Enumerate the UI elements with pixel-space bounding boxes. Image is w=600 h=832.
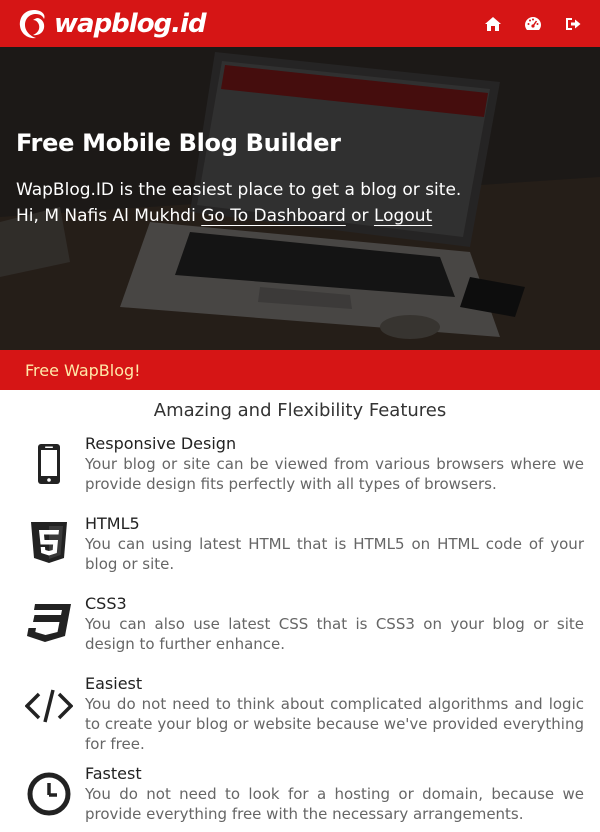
html5-icon: [31, 522, 67, 563]
feature-name: Responsive Design: [85, 434, 237, 453]
brand-logo[interactable]: wapblog.id: [16, 6, 207, 42]
dashboard-icon[interactable]: [524, 15, 542, 33]
feature-description: You can using latest HTML that is HTML5 …: [85, 535, 584, 573]
smartphone-icon: [38, 444, 60, 484]
feature-text: HTML5 You can using latest HTML that is …: [85, 514, 584, 574]
hero-subtitle: WapBlog.ID is the easiest place to get a…: [16, 177, 586, 229]
hero-title: Free Mobile Blog Builder: [16, 129, 341, 157]
feature-text: CSS3 You can also use latest CSS that is…: [85, 594, 584, 654]
feature-name: HTML5: [85, 514, 140, 533]
css3-icon: [27, 604, 71, 642]
top-navbar: wapblog.id: [0, 0, 600, 47]
dashboard-link[interactable]: Go To Dashboard: [201, 206, 346, 226]
feature-name: CSS3: [85, 594, 127, 613]
feature-text: Responsive Design Your blog or site can …: [85, 434, 584, 494]
feature-description: You do not need to look for a hosting or…: [85, 785, 584, 823]
feature-description: You can also use latest CSS that is CSS3…: [85, 615, 584, 653]
code-icon: [25, 689, 73, 723]
logout-icon[interactable]: [564, 15, 582, 33]
promo-banner-text: Free WapBlog!: [25, 360, 141, 380]
feature-text: Easiest You do not need to think about c…: [85, 674, 584, 754]
top-nav-icons: [484, 15, 582, 33]
hero-tagline: WapBlog.ID is the easiest place to get a…: [16, 180, 462, 200]
logo-swirl-icon: [19, 9, 45, 38]
feature-text: Fastest You do not need to look for a ho…: [85, 764, 584, 824]
hero-content: Free Mobile Blog Builder WapBlog.ID is t…: [16, 129, 586, 229]
promo-banner: Free WapBlog!: [0, 350, 600, 390]
features-heading: Amazing and Flexibility Features: [153, 400, 447, 421]
or-text: or: [351, 206, 369, 226]
clock-icon: [27, 772, 71, 816]
feature-description: Your blog or site can be viewed from var…: [85, 455, 584, 493]
feature-description: You do not need to think about complicat…: [85, 695, 584, 753]
logout-link[interactable]: Logout: [374, 206, 432, 226]
greeting-text: Hi, M Nafis Al Mukhdi: [16, 206, 196, 226]
feature-name: Easiest: [85, 674, 143, 693]
hero-section: Free Mobile Blog Builder WapBlog.ID is t…: [0, 47, 600, 350]
feature-name: Fastest: [85, 764, 142, 783]
brand-name: wapblog.id: [54, 8, 207, 39]
hero-greeting-line: Hi, M Nafis Al Mukhdi Go To Dashboard or…: [16, 203, 586, 229]
home-icon[interactable]: [484, 15, 502, 33]
